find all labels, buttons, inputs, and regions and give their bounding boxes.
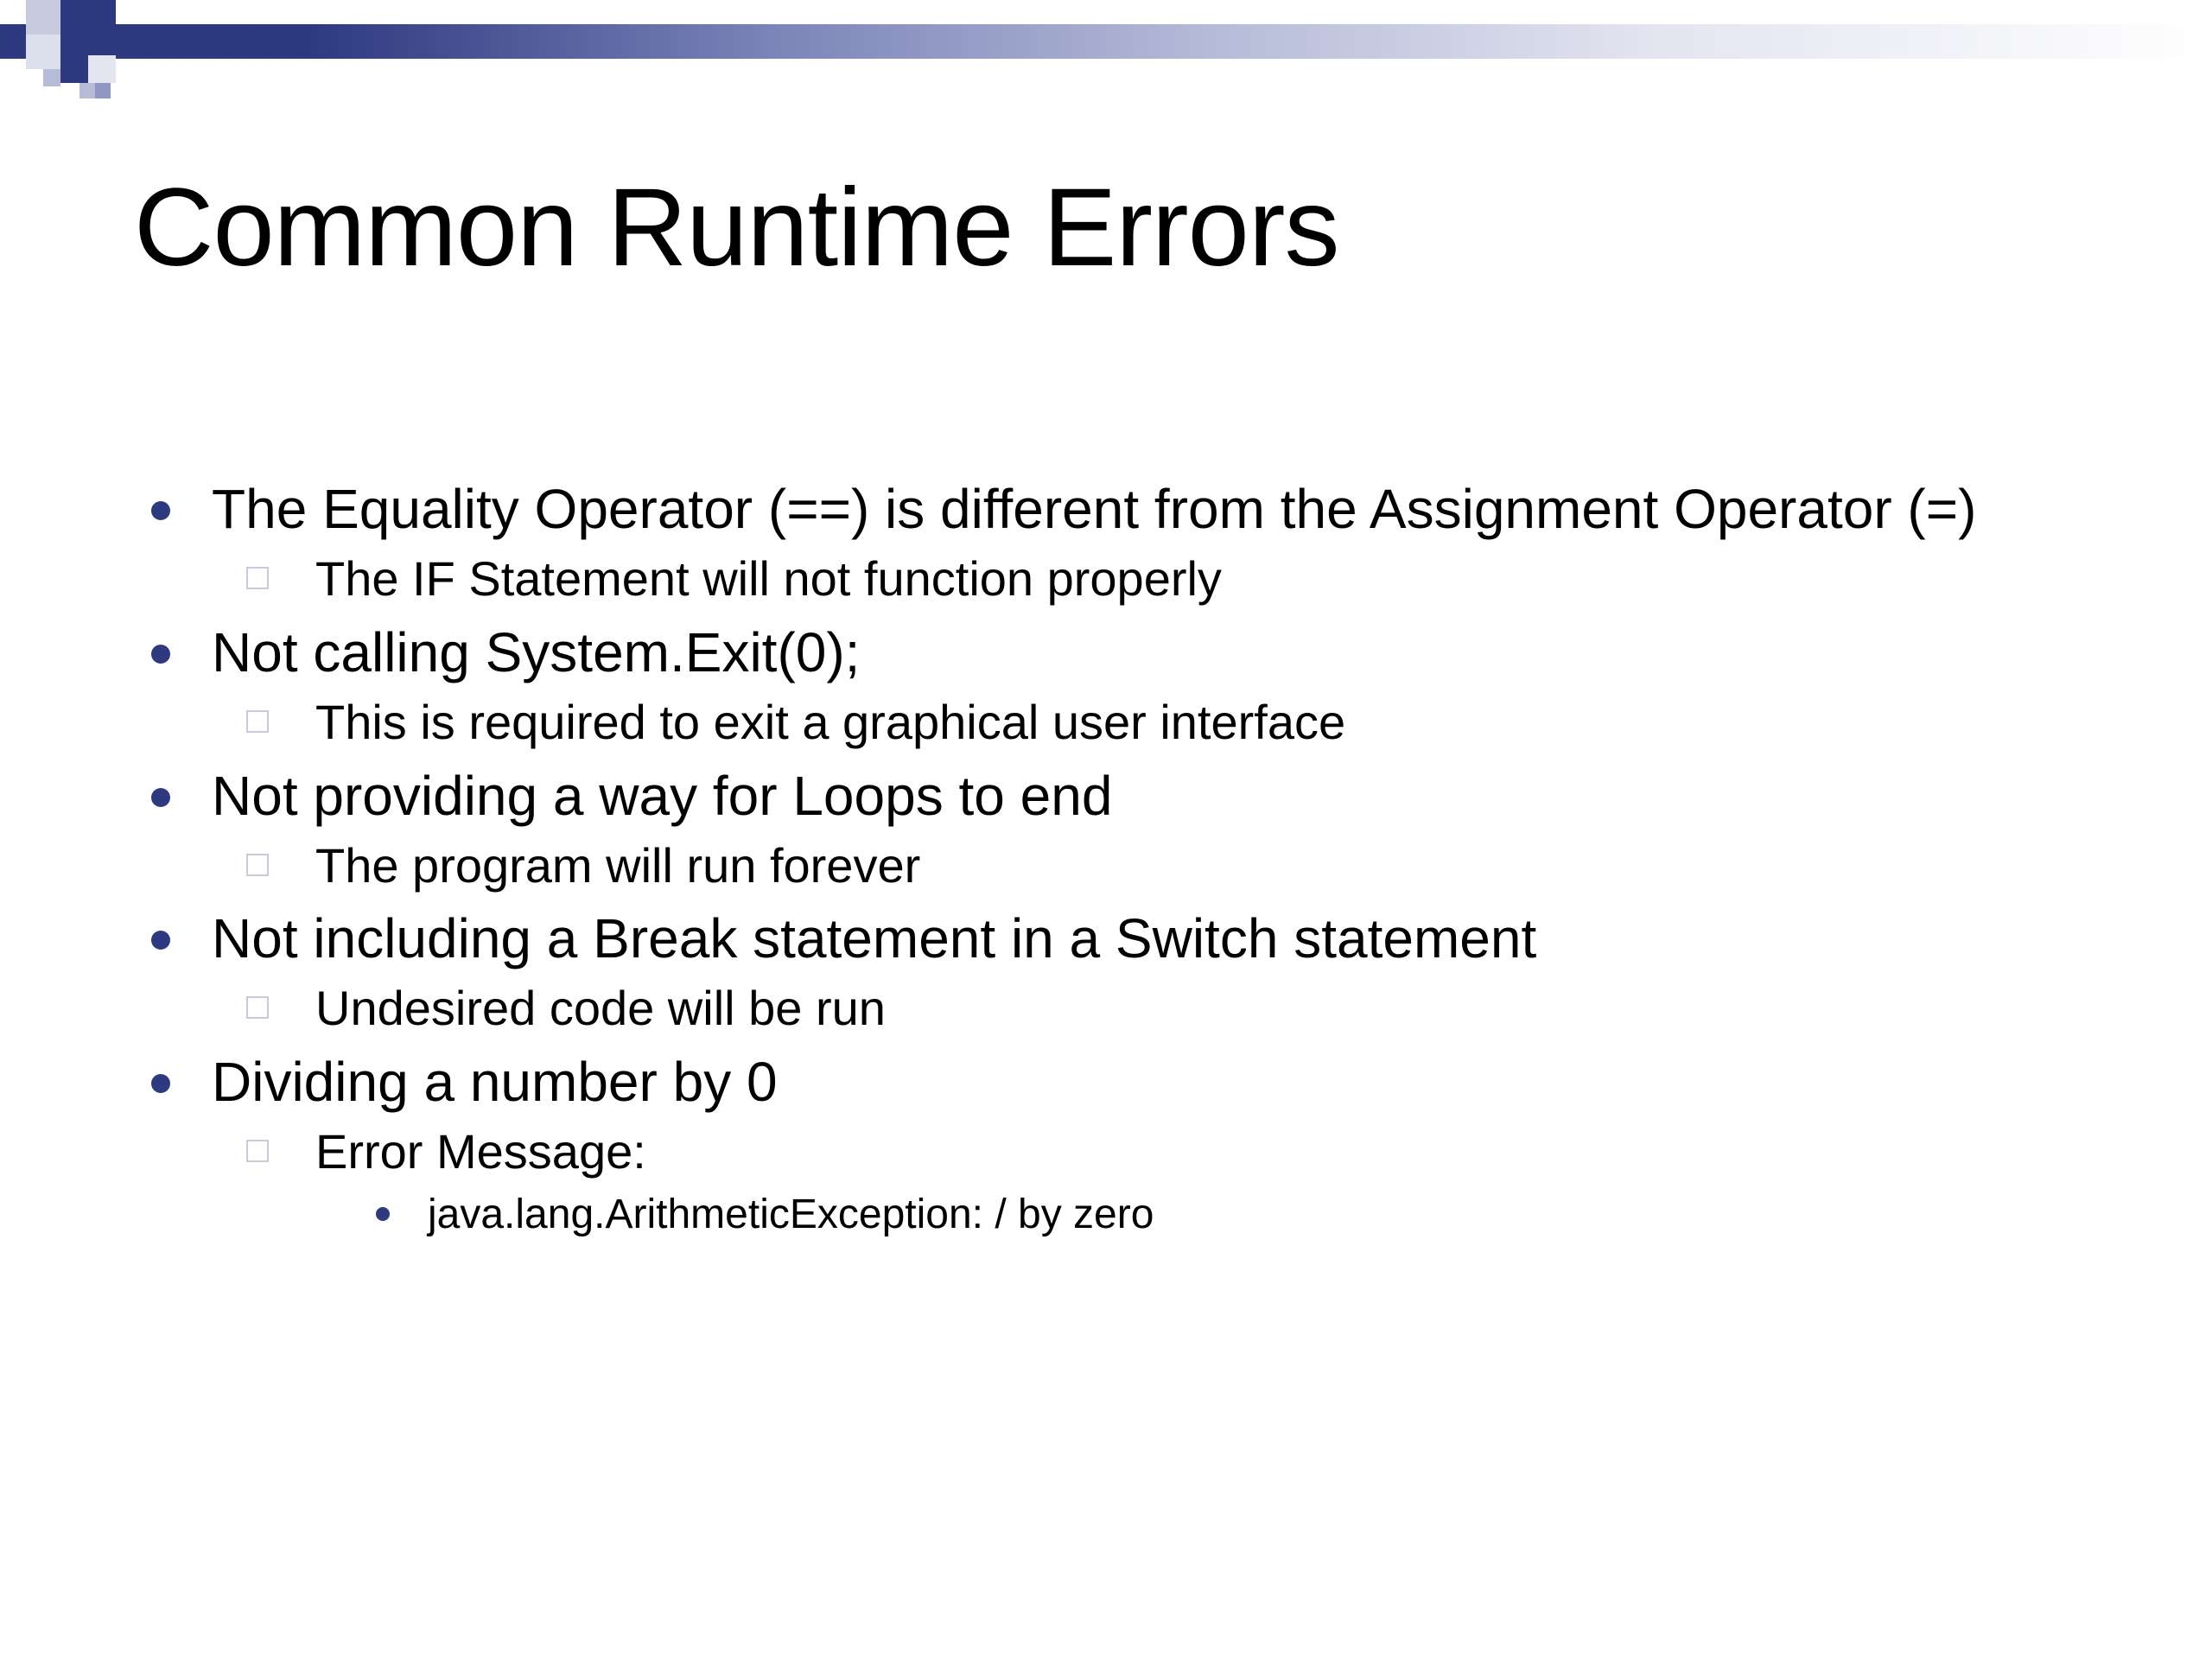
slide-title: Common Runtime Errors	[134, 164, 1338, 291]
decor-square	[79, 83, 95, 99]
sub-bullet-text: This is required to exit a graphical use…	[315, 695, 1345, 749]
bullet-item: Not providing a way for Loops to end The…	[134, 762, 2078, 897]
header-gradient-bar	[0, 24, 2212, 59]
decor-square	[88, 55, 116, 83]
decor-square	[26, 35, 60, 69]
sub-bullet-text: Undesired code will be run	[315, 981, 886, 1035]
slide-body: The Equality Operator (==) is different …	[134, 475, 2078, 1250]
decor-square	[60, 55, 88, 83]
decor-square	[43, 69, 60, 86]
decor-square	[95, 83, 111, 99]
bullet-item: The Equality Operator (==) is different …	[134, 475, 2078, 610]
bullet-text: The Equality Operator (==) is different …	[212, 478, 1976, 540]
subsub-bullet-text: java.lang.ArithmeticException: / by zero	[428, 1192, 1154, 1237]
decor-square	[60, 0, 116, 55]
bullet-text: Not calling System.Exit(0);	[212, 621, 860, 683]
bullet-item: Not calling System.Exit(0); This is requ…	[134, 619, 2078, 753]
sub-bullet-item: This is required to exit a graphical use…	[212, 691, 2078, 753]
sub-bullet-item: Undesired code will be run	[212, 977, 2078, 1039]
slide: Common Runtime Errors The Equality Opera…	[0, 0, 2212, 1659]
subsub-bullet-item: java.lang.ArithmeticException: / by zero	[315, 1188, 2078, 1242]
sub-bullet-text: The IF Statement will not function prope…	[315, 551, 1222, 606]
bullet-text: Not including a Break statement in a Swi…	[212, 907, 1536, 969]
sub-bullet-item: The program will run forever	[212, 835, 2078, 897]
bullet-item: Not including a Break statement in a Swi…	[134, 905, 2078, 1039]
sub-bullet-text: Error Message:	[315, 1124, 646, 1179]
bullet-item: Dividing a number by 0 Error Message: ja…	[134, 1048, 2078, 1242]
sub-bullet-item: Error Message: java.lang.ArithmeticExcep…	[212, 1121, 2078, 1242]
sub-bullet-text: The program will run forever	[315, 838, 920, 893]
decor-square	[26, 0, 60, 35]
bullet-text: Dividing a number by 0	[212, 1051, 778, 1113]
bullet-text: Not providing a way for Loops to end	[212, 765, 1112, 827]
sub-bullet-item: The IF Statement will not function prope…	[212, 548, 2078, 610]
